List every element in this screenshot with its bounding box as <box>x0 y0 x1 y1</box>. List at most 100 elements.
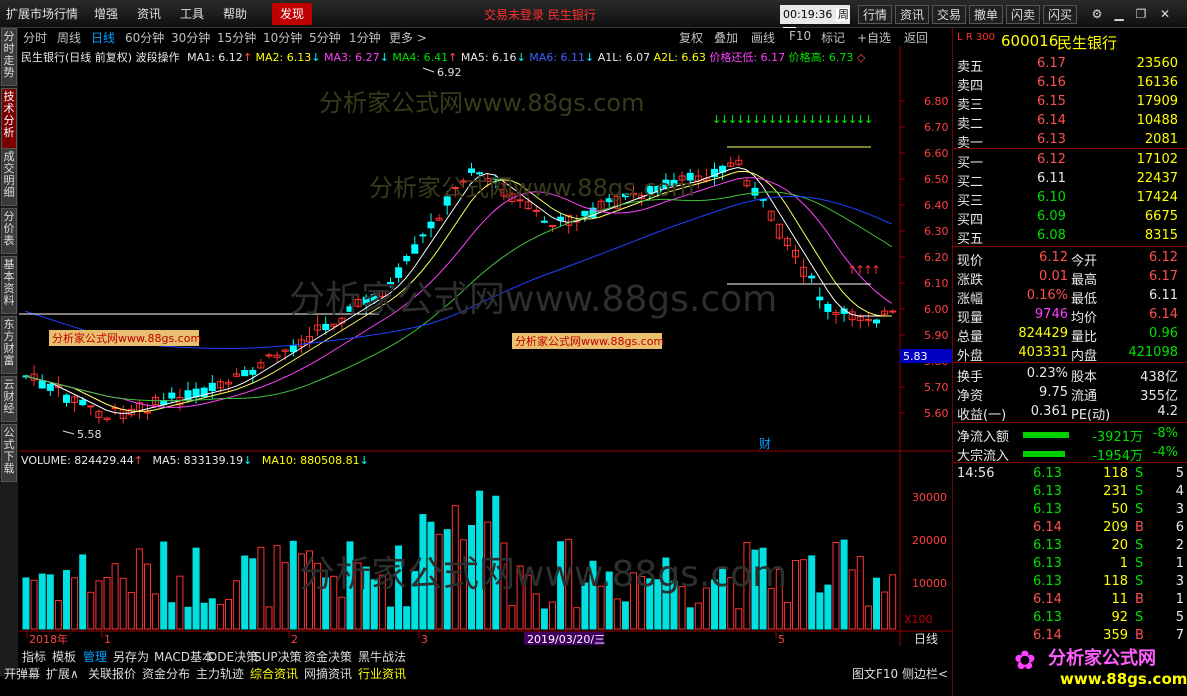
f10-text-button[interactable]: 图文F10 <box>852 665 898 682</box>
sell-row[interactable]: 卖二 6.14 10488 <box>953 113 1187 132</box>
btab-dde[interactable]: DDE决策 <box>208 648 258 665</box>
close-icon[interactable]: ✕ <box>1154 4 1176 24</box>
quote-row[interactable]: 现量 9746 均价 6.14 <box>953 307 1187 326</box>
settings-icon[interactable]: ⚙ <box>1086 4 1108 24</box>
period-5min[interactable]: 5分钟 <box>309 29 341 46</box>
restore-icon[interactable]: ❐ <box>1130 4 1152 24</box>
fund-label: 收益(一) <box>957 408 1007 423</box>
sell-row[interactable]: 卖三 6.15 17909 <box>953 94 1187 113</box>
btab-save-as[interactable]: 另存为 <box>113 648 149 665</box>
quote-row[interactable]: 现价 6.12 今开 6.12 <box>953 250 1187 269</box>
quick-sell-button[interactable]: 闪卖 <box>1006 5 1041 24</box>
quote-button[interactable]: 行情 <box>858 5 893 24</box>
sell-row[interactable]: 卖五 6.17 23560 <box>953 56 1187 75</box>
tick-row[interactable]: 14:56 6.13 118 S 5 <box>953 466 1187 484</box>
btab-industry-news[interactable]: 行业资讯 <box>358 665 406 682</box>
btab-template[interactable]: 模板 <box>52 648 76 665</box>
add-watchlist-button[interactable]: +自选 <box>857 29 891 46</box>
period-15min[interactable]: 15分钟 <box>217 29 256 46</box>
buy-row[interactable]: 买三 6.10 17424 <box>953 190 1187 209</box>
btab-manage[interactable]: 管理 <box>83 648 107 665</box>
btab-black-bull[interactable]: 黑牛战法 <box>358 648 406 665</box>
menu-news[interactable]: 资讯 <box>137 5 161 22</box>
btab-general-news[interactable]: 综合资讯 <box>250 665 298 682</box>
kline-chart[interactable]: 6.80 6.70 6.60 6.50 6.40 6.30 6.20 6.10 6.00 5.90… <box>19 46 952 646</box>
back-button[interactable]: 返回 <box>904 29 928 46</box>
tick-row[interactable]: 6.13 92 S 5 <box>953 610 1187 628</box>
quote-row[interactable]: 涨跌 0.01 最高 6.17 <box>953 269 1187 288</box>
tab-eastmoney[interactable]: 东方财富 <box>1 316 17 374</box>
buy-row[interactable]: 买二 6.11 22437 <box>953 171 1187 190</box>
quote-row[interactable]: 外盘 403331 内盘 421098 <box>953 345 1187 364</box>
quote-row[interactable]: 涨幅 0.16% 最低 6.11 <box>953 288 1187 307</box>
sell-row[interactable]: 卖四 6.16 16136 <box>953 75 1187 94</box>
price-tick: 6.30 <box>924 225 949 238</box>
tab-trades[interactable]: 成交明细 <box>1 148 17 206</box>
tick-row[interactable]: 6.13 231 S 4 <box>953 484 1187 502</box>
btab-indicator[interactable]: 指标 <box>22 648 46 665</box>
buy-row[interactable]: 买一 6.12 17102 <box>953 152 1187 171</box>
adjust-button[interactable]: 复权 <box>679 29 703 46</box>
fund-label: 流通 <box>1071 389 1098 404</box>
mark-button[interactable]: 标记 <box>821 29 845 46</box>
tick-row[interactable]: 6.13 50 S 3 <box>953 502 1187 520</box>
draw-line-button[interactable]: 画线 <box>751 29 775 46</box>
low-annotation: 5.58 <box>77 428 102 441</box>
quick-buy-button[interactable]: 闪买 <box>1043 5 1078 24</box>
btab-web-news[interactable]: 网摘资讯 <box>304 665 352 682</box>
cancel-order-button[interactable]: 撤单 <box>969 5 1004 24</box>
menu-extended-market[interactable]: 扩展市场行情 <box>6 5 78 22</box>
btab-fund[interactable]: 资金决策 <box>304 648 352 665</box>
overlay-button[interactable]: 叠加 <box>714 29 738 46</box>
tick-row[interactable]: 6.14 11 B 1 <box>953 592 1187 610</box>
tick-volume: 118 <box>1103 574 1128 589</box>
btab-main-track[interactable]: 主力轨迹 <box>196 665 244 682</box>
tab-cloud-finance[interactable]: 云财经 <box>1 376 17 422</box>
btab-danmaku[interactable]: 开弹幕 <box>4 665 40 682</box>
tick-row[interactable]: 6.13 1 S 1 <box>953 556 1187 574</box>
tab-price-table[interactable]: 分价表 <box>1 208 17 254</box>
info-button[interactable]: 资讯 <box>895 5 930 24</box>
btab-extend[interactable]: 扩展∧ <box>46 665 79 682</box>
period-daily[interactable]: 日线 <box>91 29 115 46</box>
menu-tools[interactable]: 工具 <box>180 5 204 22</box>
buy-volume: 8315 <box>1144 228 1178 243</box>
buy-row[interactable]: 买五 6.08 8315 <box>953 228 1187 247</box>
tab-fundamentals[interactable]: 基本资料 <box>1 256 17 314</box>
period-more[interactable]: 更多 > <box>389 29 427 46</box>
period-10min[interactable]: 10分钟 <box>263 29 302 46</box>
period-intraday[interactable]: 分时 <box>23 29 47 46</box>
sidebar-toggle[interactable]: 侧边栏< <box>902 665 948 682</box>
discover-button[interactable]: 发现 <box>272 3 312 25</box>
btab-sup[interactable]: SUP决策 <box>254 648 302 665</box>
f10-button[interactable]: F10 <box>789 29 811 43</box>
divider <box>952 246 1187 247</box>
tab-intraday[interactable]: 分时走势 <box>1 28 17 86</box>
period-1min[interactable]: 1分钟 <box>349 29 381 46</box>
tab-formula-download[interactable]: 公式下载 <box>1 424 17 482</box>
tick-volume: 1 <box>1119 556 1128 571</box>
btab-fund-dist[interactable]: 资金分布 <box>142 665 190 682</box>
tick-row[interactable]: 6.13 118 S 3 <box>953 574 1187 592</box>
tick-row[interactable]: 6.13 20 S 2 <box>953 538 1187 556</box>
flow-row[interactable]: 大宗流入 -1954万 -4% <box>953 445 1187 464</box>
quote-row[interactable]: 总量 824429 量比 0.96 <box>953 326 1187 345</box>
minimize-icon[interactable]: ▁ <box>1108 4 1130 24</box>
period-weekly[interactable]: 周线 <box>57 29 81 46</box>
buy-row[interactable]: 买四 6.09 6675 <box>953 209 1187 228</box>
tick-time: 14:56 <box>957 466 995 481</box>
flow-row[interactable]: 净流入额 -3921万 -8% <box>953 426 1187 445</box>
fund-row[interactable]: 换手 0.23% 股本 438亿 <box>953 366 1187 385</box>
tick-price: 6.13 <box>1033 610 1062 625</box>
fund-row[interactable]: 净资 9.75 流通 355亿 <box>953 385 1187 404</box>
volume-unit: X100 <box>904 613 933 626</box>
fund-row[interactable]: 收益(一) 0.361 PE(动) 4.2 <box>953 404 1187 423</box>
period-30min[interactable]: 30分钟 <box>171 29 210 46</box>
btab-macd[interactable]: MACD基本 <box>154 648 214 665</box>
period-60min[interactable]: 60分钟 <box>125 29 164 46</box>
menu-enhance[interactable]: 增强 <box>94 5 118 22</box>
menu-help[interactable]: 帮助 <box>223 5 247 22</box>
btab-related-quote[interactable]: 关联报价 <box>88 665 136 682</box>
tick-row[interactable]: 6.14 209 B 6 <box>953 520 1187 538</box>
trade-button[interactable]: 交易 <box>932 5 967 24</box>
